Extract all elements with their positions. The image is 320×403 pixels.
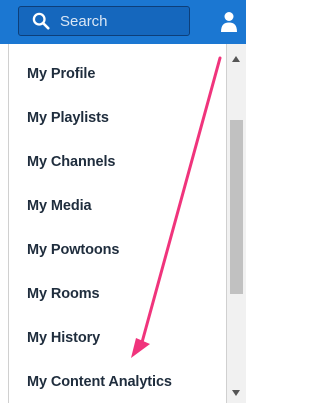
top-navigation-bar: Search: [0, 0, 246, 44]
user-dropdown-menu: My Profile My Playlists My Channels My M…: [8, 44, 227, 403]
menu-item-my-rooms[interactable]: My Rooms: [27, 286, 100, 302]
menu-item-my-playlists[interactable]: My Playlists: [27, 110, 109, 126]
search-placeholder: Search: [60, 12, 108, 30]
menu-item-my-powtoons[interactable]: My Powtoons: [27, 242, 119, 258]
menu-item-my-history[interactable]: My History: [27, 330, 100, 346]
menu-item-my-media[interactable]: My Media: [27, 198, 92, 214]
user-icon[interactable]: [220, 11, 238, 33]
search-input[interactable]: Search: [18, 6, 190, 36]
search-icon: [32, 12, 50, 30]
menu-item-my-content-analytics[interactable]: My Content Analytics: [27, 374, 172, 390]
scroll-down-arrow-icon[interactable]: [232, 390, 240, 396]
menu-scrollbar[interactable]: [227, 44, 246, 403]
scrollbar-thumb[interactable]: [230, 120, 243, 294]
menu-item-my-channels[interactable]: My Channels: [27, 154, 115, 170]
menu-item-my-profile[interactable]: My Profile: [27, 66, 95, 82]
scroll-up-arrow-icon[interactable]: [232, 56, 240, 62]
